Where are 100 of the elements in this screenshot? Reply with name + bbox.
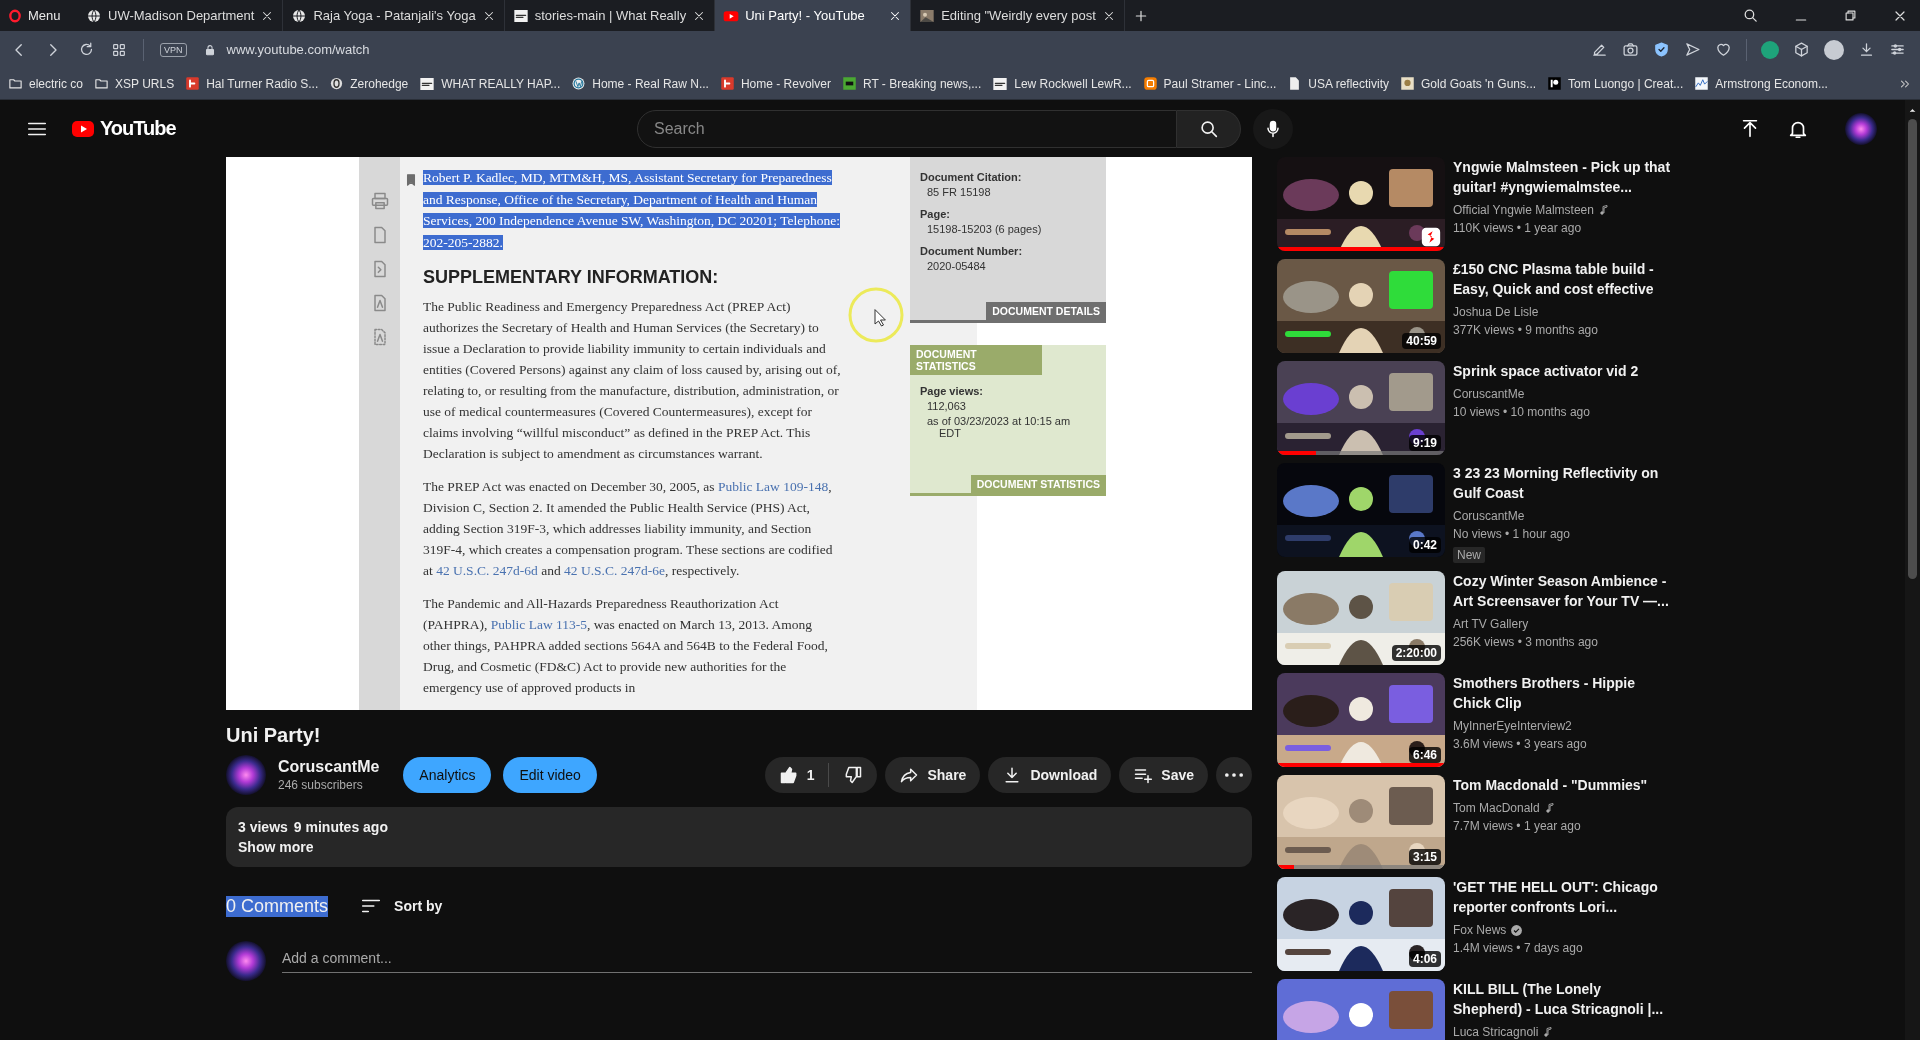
download-button[interactable]: Download (988, 757, 1112, 793)
search-icon[interactable] (1742, 7, 1759, 24)
video-title[interactable]: Cozy Winter Season Ambience - Art Screensaver for Your TV —... (1453, 571, 1673, 611)
address-field[interactable]: www.youtube.com/watch (226, 42, 370, 57)
site-icon (992, 75, 1009, 92)
mic-button[interactable] (1253, 108, 1293, 149)
channel-name[interactable]: Fox News (1453, 921, 1507, 939)
document-link[interactable]: 42 U.S.C. 247d-6d (436, 563, 538, 578)
video-title[interactable]: Yngwie Malmsteen - Pick up that guitar! #yngwiemalmstee... (1453, 157, 1673, 197)
video-title: Uni Party! (226, 724, 322, 747)
show-more-link[interactable]: Show more (238, 839, 1240, 855)
share-button[interactable]: Share (885, 757, 981, 793)
channel-name[interactable]: Tom MacDonald (1453, 799, 1540, 817)
bookmark[interactable]: Home - Revolver (719, 76, 831, 91)
bookmark[interactable]: Zerohedge (329, 76, 409, 91)
site-icon (1142, 76, 1158, 91)
search-field[interactable]: Search (637, 109, 1177, 148)
bookmark[interactable]: electric co (8, 76, 84, 91)
video-meta: 10 views • 10 months ago (1453, 404, 1591, 421)
bookmark[interactable]: Hal Turner Radio S... (185, 76, 319, 91)
document-heading: SUPPLEMENTARY INFORMATION: (423, 267, 720, 288)
channel-name[interactable]: Luca Stricagnoli (1453, 1023, 1539, 1040)
browser-tab[interactable]: Uni Party! - YouTube (715, 0, 912, 31)
channel-name[interactable]: Art TV Gallery (1453, 615, 1529, 633)
cube-icon[interactable] (1793, 41, 1810, 58)
scroll-up-icon[interactable] (1908, 106, 1917, 115)
channel-name[interactable]: MyInnerEyeInterview2 (1453, 717, 1572, 735)
bookmark[interactable]: RT - Breaking news,... (841, 76, 982, 91)
video-meta: 7.7M views • 1 year ago (1453, 818, 1582, 835)
search-button[interactable] (1177, 109, 1241, 148)
field-label: Document Number: (920, 245, 1024, 257)
duration-badge: 0:42 (1408, 537, 1441, 553)
thumbs-up-icon (778, 765, 799, 785)
video-title[interactable]: £150 CNC Plasma table build - Easy, Quick and cost effective (1453, 259, 1673, 299)
extension-icon[interactable] (1761, 40, 1779, 59)
field-value: 15198-15203 (6 pages) (926, 223, 1043, 235)
bookmark[interactable]: Armstrong Econom... (1694, 76, 1828, 91)
channel-name[interactable]: CoruscantMe (278, 758, 380, 776)
bookmark[interactable]: USA reflectivity (1287, 76, 1390, 91)
reload-icon[interactable] (78, 41, 95, 58)
document-link[interactable]: 42 U.S.C. 247d-6e (564, 563, 665, 578)
view-count: 3 views (238, 819, 288, 835)
field-label: Page views: (920, 385, 984, 397)
document-link[interactable]: Public Law 113-5 (490, 617, 587, 632)
site-icon (841, 76, 857, 91)
site-icon (1547, 76, 1563, 91)
save-button[interactable]: Save (1119, 757, 1208, 793)
bookmark[interactable]: Home - Real Raw N... (571, 76, 709, 91)
video-title[interactable]: Sprink space activator vid 2 (1453, 361, 1673, 381)
comment-field[interactable]: Add a comment... (282, 949, 1252, 973)
sort-button[interactable]: Sort by (360, 895, 443, 917)
owner-button[interactable]: Analytics (403, 757, 492, 793)
details-tab[interactable]: DOCUMENT DETAILS (986, 302, 1106, 320)
bookmark[interactable]: Lew Rockwell LewR... (992, 75, 1132, 92)
logo-text[interactable]: YouTube (100, 117, 176, 140)
description-box[interactable]: 3 views 9 minutes ago Show more (226, 807, 1252, 867)
video-title[interactable]: KILL BILL (The Lonely Shepherd) - Luca Stricagnoli |... (1453, 979, 1673, 1019)
vpn-badge[interactable]: VPN (160, 42, 187, 57)
site-icon (1694, 76, 1710, 91)
tiles-icon[interactable] (111, 41, 127, 58)
owner-button[interactable]: Edit video (503, 757, 597, 793)
site-icon (919, 7, 936, 24)
send-icon[interactable] (1684, 41, 1701, 58)
video-title[interactable]: 3 23 23 Morning Reflectivity on Gulf Coast (1453, 463, 1673, 503)
more-button[interactable] (1216, 757, 1252, 793)
settings-icon[interactable] (1889, 41, 1906, 58)
bookmark[interactable]: XSP URLS (94, 76, 175, 91)
bookmark[interactable]: Tom Luongo | Creat... (1547, 76, 1684, 91)
video-title[interactable]: Tom Macdonald - "Dummies" (1453, 775, 1673, 795)
shield-icon[interactable] (1653, 41, 1670, 58)
field-value: as of 03/23/2023 at 10:15 am EDT (926, 415, 1072, 439)
opera-logo-icon[interactable] (8, 8, 22, 23)
bookmark[interactable]: WHAT REALLY HAP... (419, 75, 561, 92)
video-title[interactable]: Smothers Brothers - Hippie Chick Clip (1453, 673, 1673, 713)
folder-icon (94, 76, 110, 91)
more-icon (1225, 773, 1243, 777)
download-icon[interactable] (1858, 41, 1875, 58)
heart-icon[interactable] (1715, 41, 1732, 58)
field-value: 112,063 (926, 400, 967, 412)
video-title[interactable]: 'GET THE HELL OUT': Chicago reporter confronts Lori... (1453, 877, 1673, 917)
video-meta: 256K views • 3 months ago (1453, 634, 1599, 651)
duration-badge: 2:20:00 (1391, 645, 1441, 661)
bookmark[interactable]: Gold Goats 'n Guns... (1400, 76, 1537, 91)
camera-icon[interactable] (1622, 41, 1639, 58)
video-meta: 377K views • 9 months ago (1453, 322, 1599, 339)
restore-icon[interactable] (1843, 8, 1858, 23)
menu-label[interactable]: Menu (28, 8, 61, 23)
profile-icon[interactable] (1824, 39, 1844, 60)
channel-name[interactable]: CoruscantMe (1453, 507, 1525, 525)
site-icon (291, 7, 308, 24)
duration-badge: 4:06 (1408, 951, 1441, 967)
field-value: 85 FR 15198 (926, 186, 992, 198)
channel-name[interactable]: Joshua De Lisle (1453, 303, 1539, 321)
scrollbar-thumb[interactable] (1908, 119, 1917, 579)
channel-name[interactable]: CoruscantMe (1453, 385, 1525, 403)
bookmark[interactable]: Paul Stramer - Linc... (1142, 76, 1277, 91)
avatar[interactable] (1845, 112, 1877, 145)
channel-name[interactable]: Official Yngwie Malmsteen (1453, 201, 1594, 219)
new-tag: New (1453, 547, 1485, 563)
channel-avatar[interactable] (226, 755, 266, 795)
